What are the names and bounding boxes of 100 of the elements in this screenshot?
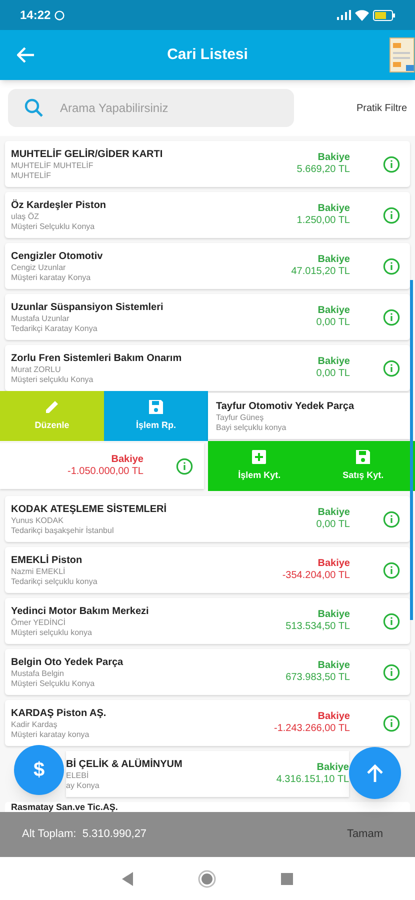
info-icon[interactable] (382, 664, 400, 680)
filter-button[interactable]: Pratik Filtre (356, 100, 407, 116)
account-name: Tayfur Otomotiv Yedek Parça (216, 400, 356, 412)
account-name: MUHTELİF GELİR/GİDER KARTI (11, 148, 164, 160)
account-location: Müşteri Selçuklu Konya (11, 222, 96, 232)
account-card[interactable]: Zorlu Fren Sistemleri Bakım Onarım Murat ZORLU Müşteri selçuklu Konya Bakiye 0,00 TL (5, 345, 410, 391)
account-name: Zorlu Fren Sistemleri Bakım Onarım (11, 352, 183, 364)
contact-name: Murat ZORLU (11, 364, 62, 374)
back-arrow-icon (17, 47, 35, 63)
add-box-icon (251, 449, 268, 466)
account-location: Müşteri karatay Konya (11, 272, 92, 282)
balance-amount: 0,00 TL (316, 519, 350, 531)
info-icon[interactable] (382, 206, 400, 224)
balance-amount: 673.983,50 TL (286, 672, 350, 684)
account-card[interactable]: KODAK ATEŞLEME SİSTEMLERİ Yunus KODAK Tedarikçi başakşehir İstanbul Bakiye 0,00 TL (5, 496, 410, 542)
account-name: Belgin Oto Yedek Parça (11, 656, 124, 668)
status-time: 14:22 (20, 7, 51, 24)
info-icon[interactable] (382, 510, 400, 528)
account-name: Yedinci Motor Bakım Merkezi (11, 604, 150, 618)
balance-label: Bakiye (318, 356, 350, 368)
info-icon[interactable] (382, 258, 400, 274)
contact-name: ELEBİ (66, 770, 90, 780)
account-card[interactable]: MUHTELİF GELİR/GİDER KARTI MUHTELİF MUHTELİF MUHTELİF Bakiye 5.669,20 TL (5, 141, 410, 187)
account-name: Bİ ÇELİK & ALÜMİNYUM (66, 758, 184, 770)
account-name: Cengizler Otomotiv (11, 250, 104, 262)
account-card[interactable]: Tayfur Otomotiv Yedek Parça Tayfur Güneş Bayi selçuklu konya (208, 393, 410, 439)
account-name: EMEKLİ Piston (11, 554, 84, 566)
balance-amount: 0,00 TL (316, 317, 350, 329)
balance-label: Bakiye (318, 203, 350, 215)
balance-label: Bakiye (111, 454, 144, 466)
balance-label: Bakiye (318, 660, 350, 672)
account-card[interactable]: EMEKLİ Piston Nazmi EMEKLİ Tedarikçi selçuklu konya Bakiye -354.204,00 TL (5, 547, 410, 593)
account-name: Rasmatay San.ve Tic.AŞ. (11, 802, 118, 812)
account-location: Müşteri selçuklu Konya (11, 374, 94, 384)
balance-label: Bakiye (318, 254, 350, 266)
info-icon[interactable] (382, 714, 400, 732)
document-icon (389, 37, 415, 73)
balance-label: Bakiye (318, 558, 350, 570)
account-location: Tedarikçi Karatay Konya (11, 324, 98, 334)
balance-label: Bakiye (318, 609, 350, 621)
account-card[interactable]: Bİ ÇELİK & ALÜMİNYUM ELEBİ ay Konya Bakiye 4.316.151,10 TL (66, 751, 349, 797)
account-card[interactable]: Öz Kardeşler Piston ulaş ÖZ Müşteri Selçuklu Konya Bakiye 1.250,00 TL (5, 192, 410, 238)
screen-title: Cari Listesi (167, 44, 248, 65)
info-icon[interactable] (382, 360, 400, 376)
account-card[interactable]: Yedinci Motor Bakım Merkezi Ömer YEDİNCİ Müşteri selçuklu konya Bakiye 513.534,50 TL (5, 598, 410, 644)
done-button[interactable]: Tamam (346, 826, 393, 843)
contact-name: Mustafa Uzunlar (11, 314, 70, 324)
scroll-top-button[interactable] (349, 747, 401, 799)
balance-amount: 1.250,00 TL (296, 215, 350, 227)
account-location: MUHTELİF (11, 170, 52, 180)
account-name: Uzunlar Süspansiyon Sistemleri (11, 300, 164, 314)
account-location: Müşteri karatay konya (11, 730, 90, 740)
account-card[interactable]: KARDAŞ Piston AŞ. Kadir Kardaş Müşteri karatay konya Bakiye -1.243.266,00 TL (5, 700, 410, 746)
back-nav-icon[interactable] (122, 872, 134, 886)
account-name: Öz Kardeşler Piston (11, 198, 108, 212)
contact-name: Mustafa Belgin (11, 668, 65, 678)
info-icon[interactable] (382, 308, 400, 326)
battery-icon (373, 10, 395, 20)
account-name: KODAK ATEŞLEME SİSTEMLERİ (11, 502, 168, 516)
pencil-icon (44, 399, 60, 416)
balance-label: Bakiye (318, 711, 350, 723)
info-icon[interactable] (382, 612, 400, 630)
account-card[interactable]: Uzunlar Süspansiyon Sistemleri Mustafa Uzunlar Tedarikçi Karatay Konya Bakiye 0,00 TL (5, 294, 410, 340)
info-icon[interactable] (176, 458, 193, 474)
contact-name: Ömer YEDİNCİ (11, 618, 67, 628)
chat-icon (54, 10, 65, 20)
account-location: ay Konya (66, 780, 100, 790)
contact-name: Cengiz Uzunlar (11, 262, 67, 272)
contact-name: Yunus KODAK (11, 516, 64, 526)
arrow-up-icon (367, 764, 383, 782)
balance-amount: -1.050.000,00 TL (68, 466, 144, 478)
info-icon[interactable] (382, 156, 400, 172)
info-icon[interactable] (382, 562, 400, 578)
account-location: Müşteri selçuklu konya (11, 628, 93, 638)
account-card[interactable]: Bakiye -1.050.000,00 TL (0, 443, 204, 489)
balance-label: Bakiye (318, 507, 350, 519)
signal-icon (337, 10, 351, 20)
balance-amount: -1.243.266,00 TL (274, 723, 350, 735)
contact-name: Nazmi EMEKLİ (11, 566, 66, 576)
subtotal-text: Alt Toplam: 5.310.990,27 (22, 827, 147, 842)
account-card[interactable]: Belgin Oto Yedek Parça Mustafa Belgin Müşteri Selçuklu Konya Bakiye 673.983,50 TL (5, 649, 410, 695)
account-card[interactable]: Rasmatay San.ve Tic.AŞ. (5, 802, 410, 812)
account-location: Tedarikçi başakşehir İstanbul (11, 526, 115, 536)
balance-amount: 513.534,50 TL (286, 621, 350, 633)
contact-name: ulaş ÖZ (11, 212, 40, 222)
account-location: Müşteri Selçuklu Konya (11, 678, 96, 688)
balance-amount: 4.316.151,10 TL (276, 774, 349, 786)
balance-amount: 0,00 TL (316, 368, 350, 380)
home-nav-icon[interactable] (198, 870, 216, 888)
account-name: KARDAŞ Piston AŞ. (11, 706, 108, 720)
search-icon (24, 98, 44, 118)
wifi-icon (355, 10, 369, 20)
contact-name: MUHTELİF MUHTELİF (11, 160, 94, 170)
account-card[interactable]: Cengizler Otomotiv Cengiz Uzunlar Müşteri karatay Konya Bakiye 47.015,20 TL (5, 243, 410, 289)
recents-nav-icon[interactable] (280, 872, 293, 884)
contact-name: Kadir Kardaş (11, 720, 58, 730)
account-location: Bayi selçuklu konya (216, 422, 288, 432)
search-field[interactable]: Arama Yapabilirsiniz (8, 89, 294, 127)
balance-amount: 47.015,20 TL (291, 266, 350, 278)
account-location: Tedarikçi selçuklu konya (11, 576, 98, 586)
